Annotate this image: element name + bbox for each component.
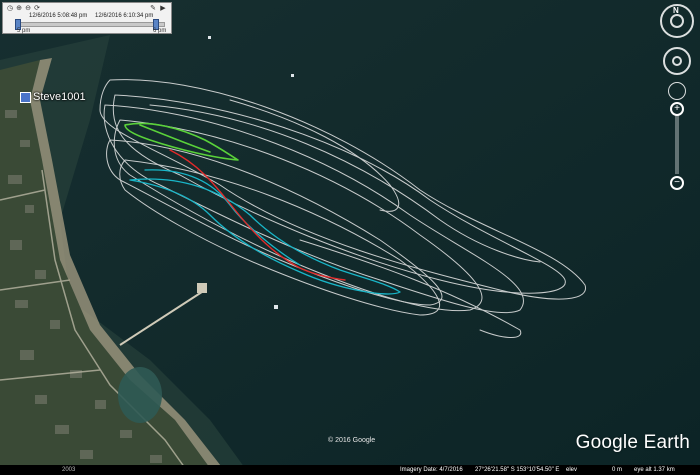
cursor-coordinates: 27°26'21.58" S 153°10'54.50" E	[475, 467, 560, 473]
zoom-in-time-icon[interactable]: ⊕	[15, 5, 23, 13]
end-time-label: 12/6/2016 6:10:34 pm	[95, 13, 154, 19]
clock-icon[interactable]: ◷	[6, 5, 14, 13]
map-copyright: © 2016 Google	[328, 437, 376, 444]
status-bar: 2003 Imagery Date: 4/7/2016 27°26'21.58"…	[0, 465, 700, 475]
time-tick-end: 6 pm	[153, 28, 167, 34]
play-icon[interactable]: ▶	[159, 5, 167, 13]
time-tick-start: 5 pm	[17, 28, 31, 34]
zoom-slider[interactable]	[675, 114, 679, 174]
street-view-pegman-icon[interactable]	[668, 82, 686, 100]
placemark[interactable]: Steve1001	[20, 91, 86, 103]
loop-icon[interactable]: ⟳	[33, 5, 41, 13]
start-time-label: 12/6/2016 5:08:48 pm	[29, 13, 88, 19]
elevation-label: elev	[566, 467, 578, 473]
elevation-value: 0 m	[612, 467, 623, 473]
imagery-date: Imagery Date: 4/7/2016	[400, 467, 463, 473]
placemark-icon	[20, 91, 31, 103]
look-joystick-icon[interactable]	[670, 14, 684, 28]
zoom-out-icon[interactable]: −	[670, 176, 684, 190]
move-joystick-icon[interactable]	[672, 56, 682, 66]
google-earth-logo: Google Earth	[575, 432, 690, 453]
status-year: 2003	[62, 467, 76, 473]
zoom-out-time-icon[interactable]: ⊖	[24, 5, 32, 13]
placemark-label: Steve1001	[33, 91, 86, 103]
time-slider-track[interactable]	[17, 22, 165, 27]
map-view[interactable]	[0, 0, 700, 475]
eye-altitude: eye alt 1.37 km	[634, 467, 675, 473]
time-slider-panel: ◷ ⊕ ⊖ ⟳ ✎ ▶ 12/6/2016 5:08:48 pm 12/6/20…	[2, 2, 172, 34]
settings-wrench-icon[interactable]: ✎	[149, 5, 157, 13]
